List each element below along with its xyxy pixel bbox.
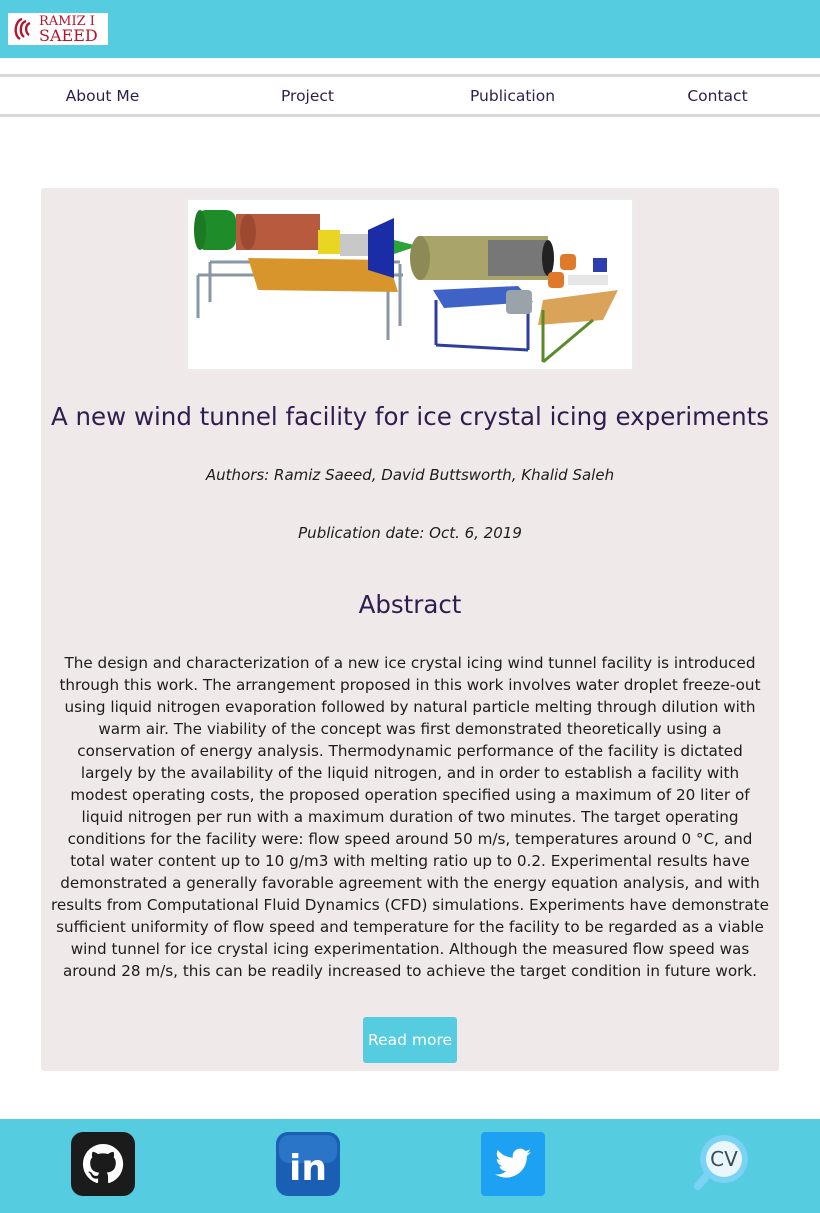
twitter-icon	[481, 1132, 545, 1196]
publication-title: A new wind tunnel facility for ice cryst…	[50, 402, 770, 431]
cv-icon: CV	[694, 1135, 748, 1190]
logo-mark-icon	[14, 17, 31, 41]
publication-date: Publication date: Oct. 6, 2019	[298, 524, 522, 542]
nav-item-contact[interactable]: Contact	[615, 87, 820, 105]
logo-name-line2: SAEED	[39, 26, 98, 45]
footer-bar: in CV	[0, 1119, 820, 1213]
wind-tunnel-illustration	[194, 210, 618, 364]
publication-authors: Authors: Ramiz Saeed, David Buttsworth, …	[205, 466, 615, 484]
github-link[interactable]	[71, 1132, 135, 1196]
main-nav: About Me Project Publication Contact	[0, 74, 820, 117]
abstract-text: The design and characterization of a new…	[51, 654, 769, 980]
linkedin-link[interactable]: in	[276, 1132, 340, 1196]
nav-item-about-me[interactable]: About Me	[0, 87, 205, 105]
nav-item-project[interactable]: Project	[205, 87, 410, 105]
header-bar: RAMIZ I SAEED	[0, 0, 820, 58]
logo-text: RAMIZ I SAEED	[39, 15, 98, 45]
linkedin-label: in	[289, 1148, 327, 1189]
nav-item-publication[interactable]: Publication	[410, 87, 615, 105]
read-more-button[interactable]: Read more	[363, 1017, 457, 1063]
twitter-link[interactable]	[481, 1132, 545, 1196]
abstract-heading: Abstract	[358, 590, 462, 619]
site-logo[interactable]: RAMIZ I SAEED	[8, 13, 108, 45]
publication-card: A new wind tunnel facility for ice cryst…	[41, 188, 779, 1071]
linkedin-icon: in	[276, 1132, 340, 1196]
cv-label: CV	[710, 1147, 738, 1171]
cv-link[interactable]: CV	[686, 1132, 750, 1196]
wind-tunnel-figure	[185, 197, 635, 372]
github-icon	[71, 1132, 135, 1196]
